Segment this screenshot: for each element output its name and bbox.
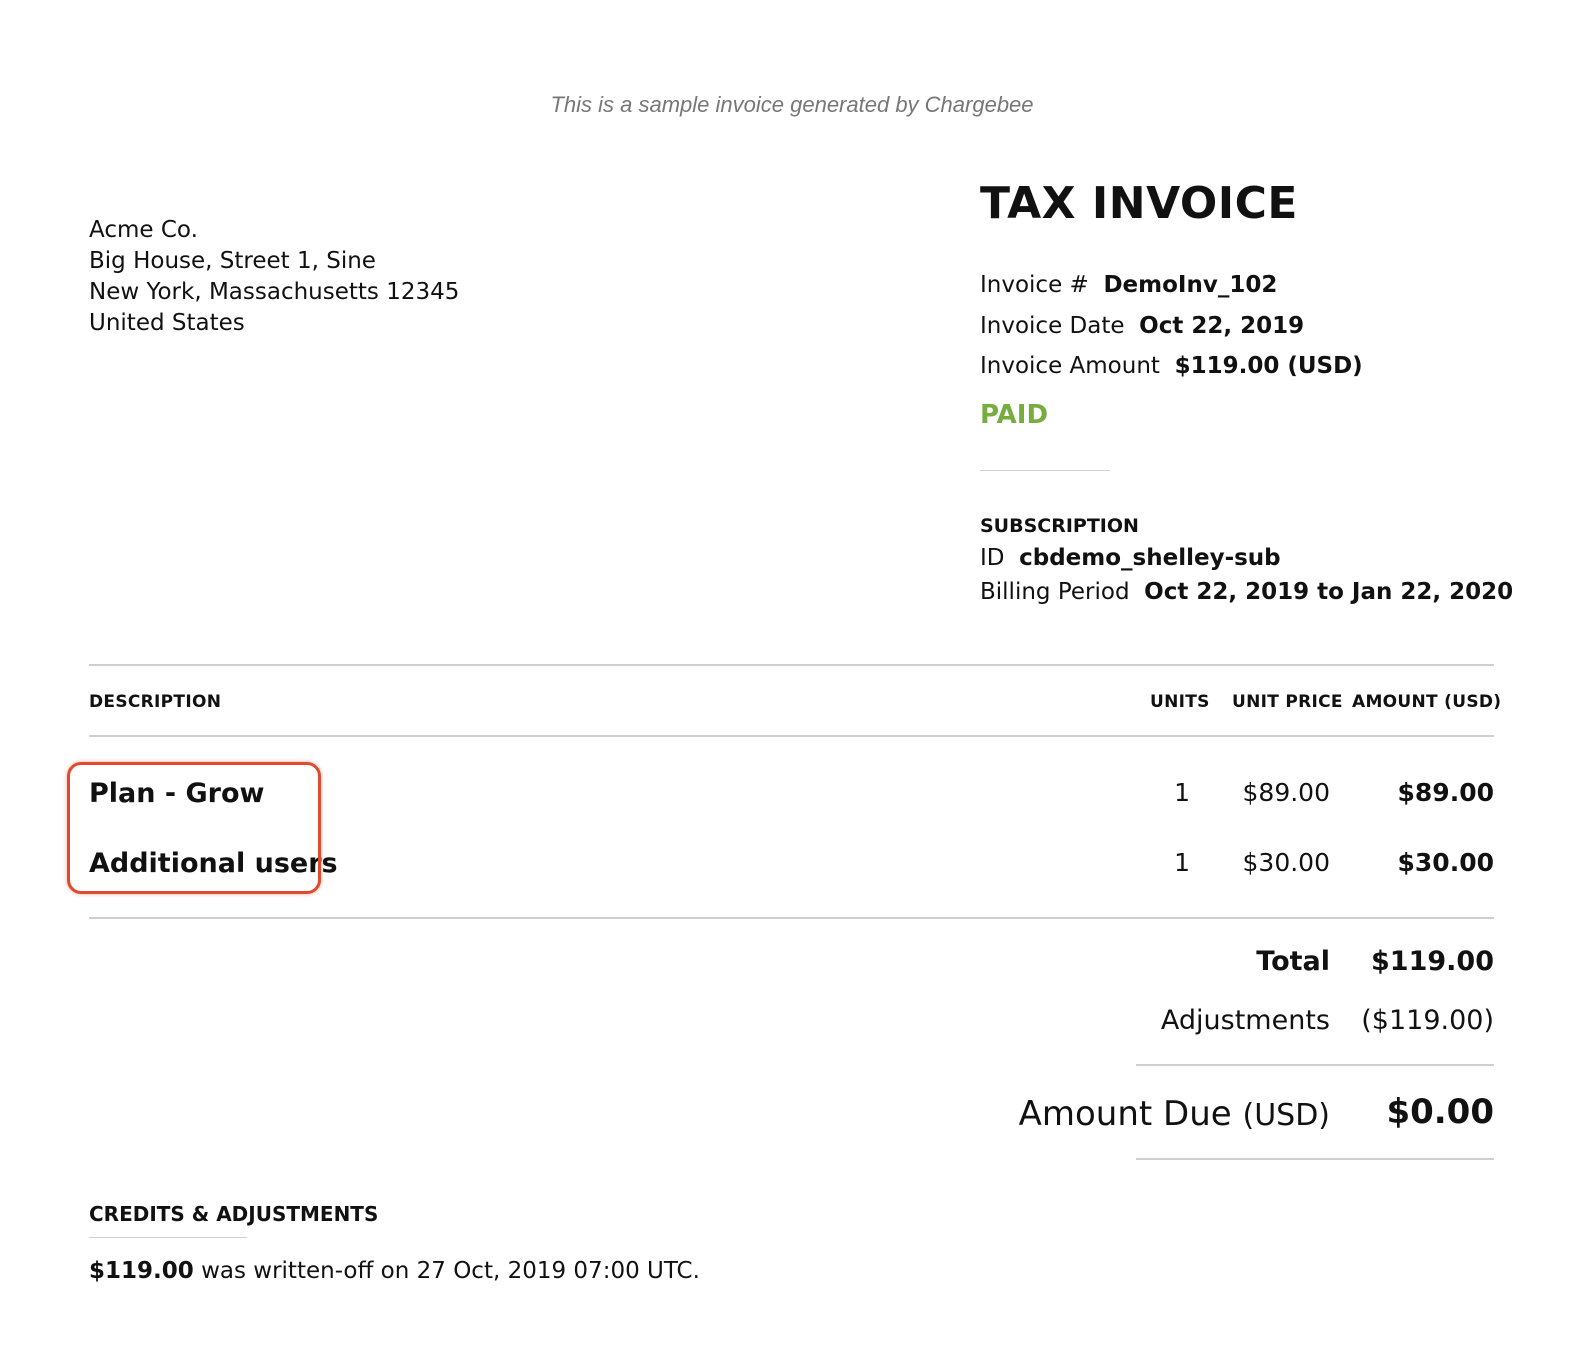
credits-heading: CREDITS & ADJUSTMENTS xyxy=(89,1202,379,1226)
invoice-number-row: Invoice # DemoInv_102 xyxy=(980,272,1277,298)
table-header-divider xyxy=(89,735,1494,737)
column-header-unit-price: UNIT PRICE xyxy=(1232,692,1343,712)
line-item-units: 1 xyxy=(1174,778,1190,807)
column-header-description: DESCRIPTION xyxy=(89,692,222,712)
totals-divider xyxy=(1136,1064,1494,1066)
invoice-date-label: Invoice Date xyxy=(980,313,1125,339)
column-header-amount: AMOUNT (USD) xyxy=(1352,692,1502,712)
invoice-title: TAX INVOICE xyxy=(980,178,1298,229)
invoice-amount-label: Invoice Amount xyxy=(980,353,1160,379)
annotation-highlight-box xyxy=(67,762,321,894)
amount-due-value: $0.00 xyxy=(1386,1092,1494,1132)
invoice-amount-value: $119.00 (USD) xyxy=(1174,353,1363,379)
invoice-amount-row: Invoice Amount $119.00 (USD) xyxy=(980,353,1363,379)
seller-name: Acme Co. xyxy=(89,217,198,243)
column-header-units: UNITS xyxy=(1150,692,1210,712)
credits-amount: $119.00 xyxy=(89,1258,194,1284)
table-top-divider xyxy=(89,664,1494,666)
invoice-date-value: Oct 22, 2019 xyxy=(1139,313,1305,339)
total-value: $119.00 xyxy=(1371,946,1494,977)
subscription-id-row: ID cbdemo_shelley-sub xyxy=(980,545,1281,571)
seller-country: United States xyxy=(89,310,245,336)
line-item-amount: $30.00 xyxy=(1397,848,1494,877)
billing-period-row: Billing Period Oct 22, 2019 to Jan 22, 2… xyxy=(980,579,1513,605)
credits-note: $119.00 was written-off on 27 Oct, 2019 … xyxy=(89,1258,700,1284)
subscription-id-value: cbdemo_shelley-sub xyxy=(1019,545,1281,571)
seller-address-line1: Big House, Street 1, Sine xyxy=(89,248,376,274)
seller-address-line2: New York, Massachusetts 12345 xyxy=(89,279,460,305)
sample-banner: This is a sample invoice generated by Ch… xyxy=(550,92,1034,117)
amount-due-divider xyxy=(1136,1158,1494,1160)
table-bottom-divider xyxy=(89,917,1494,919)
invoice-number-value: DemoInv_102 xyxy=(1103,272,1278,298)
amount-due-label: Amount Due xyxy=(1018,1094,1232,1134)
line-item-units: 1 xyxy=(1174,848,1190,877)
invoice-number-label: Invoice # xyxy=(980,272,1089,298)
adjustments-value: ($119.00) xyxy=(1361,1005,1494,1036)
amount-due-row: Amount Due (USD) xyxy=(940,1094,1330,1134)
line-item-unit-price: $30.00 xyxy=(1242,848,1330,877)
credits-divider xyxy=(89,1237,247,1238)
credits-text: was written-off on 27 Oct, 2019 07:00 UT… xyxy=(193,1258,700,1284)
seller-address: Acme Co. Big House, Street 1, Sine New Y… xyxy=(89,215,459,339)
invoice-date-row: Invoice Date Oct 22, 2019 xyxy=(980,313,1304,339)
total-label: Total xyxy=(1256,946,1330,977)
billing-period-label: Billing Period xyxy=(980,579,1130,605)
line-item-amount: $89.00 xyxy=(1397,778,1494,807)
status-divider xyxy=(980,470,1110,471)
adjustments-label: Adjustments xyxy=(1160,1005,1330,1036)
billing-period-value: Oct 22, 2019 to Jan 22, 2020 xyxy=(1144,579,1514,605)
subscription-heading: SUBSCRIPTION xyxy=(980,515,1139,537)
subscription-id-label: ID xyxy=(980,545,1005,571)
status-badge: PAID xyxy=(980,400,1049,430)
amount-due-currency: (USD) xyxy=(1242,1098,1330,1133)
line-item-unit-price: $89.00 xyxy=(1242,778,1330,807)
